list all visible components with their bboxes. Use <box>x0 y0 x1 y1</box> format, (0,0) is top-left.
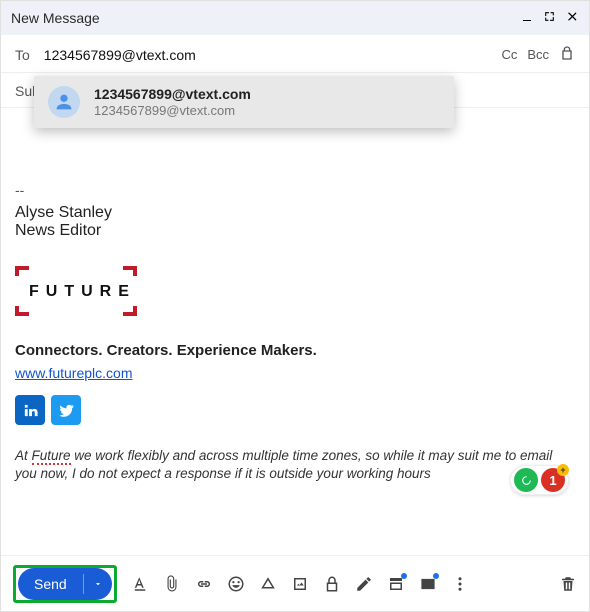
window-controls <box>521 10 579 26</box>
delete-icon[interactable] <box>559 575 577 593</box>
message-body[interactable]: -- Alyse Stanley News Editor FUTURE Conn… <box>1 108 589 555</box>
autocomplete-primary: 1234567899@vtext.com <box>94 86 251 103</box>
compose-toolbar: Send <box>1 555 589 611</box>
bcc-button[interactable]: Bcc <box>527 47 549 62</box>
grammarly-icon[interactable] <box>514 468 538 492</box>
logo-corner <box>123 306 137 316</box>
emoji-icon[interactable] <box>227 575 245 593</box>
signature-divider: -- <box>15 182 575 198</box>
signature-role: News Editor <box>15 222 575 240</box>
cc-button[interactable]: Cc <box>501 47 517 62</box>
drive-icon[interactable] <box>259 575 277 593</box>
avatar-icon <box>48 86 80 118</box>
template-icon[interactable] <box>387 575 405 593</box>
indicator-dot <box>401 573 407 579</box>
signature-icon[interactable] <box>355 575 373 593</box>
social-links <box>15 395 575 425</box>
link-icon[interactable] <box>195 575 213 593</box>
send-highlight: Send <box>13 565 117 603</box>
minimize-icon[interactable] <box>521 10 533 26</box>
to-label: To <box>15 47 30 63</box>
more-options-icon[interactable] <box>451 575 469 593</box>
attach-icon[interactable] <box>163 575 181 593</box>
future-logo: FUTURE <box>15 266 155 316</box>
compose-window: New Message To Cc Bcc Sub <box>0 0 590 612</box>
plus-indicator: + <box>557 464 569 476</box>
note-future-word: Future <box>32 448 71 465</box>
to-row: To Cc Bcc <box>1 35 589 73</box>
autocomplete-text: 1234567899@vtext.com 1234567899@vtext.co… <box>94 86 251 118</box>
to-right-controls: Cc Bcc <box>501 45 575 64</box>
indicator-dot <box>433 573 439 579</box>
twitter-icon[interactable] <box>51 395 81 425</box>
autocomplete-secondary: 1234567899@vtext.com <box>94 103 251 119</box>
signature-name: Alyse Stanley <box>15 204 575 222</box>
title-bar: New Message <box>1 1 589 35</box>
logo-corner <box>15 266 29 276</box>
tracking-icon[interactable] <box>419 575 437 593</box>
to-input[interactable] <box>44 47 488 63</box>
send-more-button[interactable] <box>84 579 112 589</box>
logo-corner <box>15 306 29 316</box>
signature-note: At Future we work flexibly and across mu… <box>15 447 575 483</box>
signature-url[interactable]: www.futureplc.com <box>15 365 132 381</box>
logo-text: FUTURE <box>29 283 136 301</box>
expand-icon[interactable] <box>543 10 556 26</box>
signature-tagline: Connectors. Creators. Experience Makers. <box>15 342 575 359</box>
extension-badges: 1 + <box>510 465 569 495</box>
linkedin-icon[interactable] <box>15 395 45 425</box>
close-icon[interactable] <box>566 10 579 26</box>
send-button[interactable]: Send <box>18 576 83 592</box>
image-icon[interactable] <box>291 575 309 593</box>
format-icon[interactable] <box>131 575 149 593</box>
logo-corner <box>123 266 137 276</box>
autocomplete-item[interactable]: 1234567899@vtext.com 1234567899@vtext.co… <box>34 76 454 128</box>
send-button-group: Send <box>18 568 112 600</box>
confidential-icon[interactable] <box>323 575 341 593</box>
window-title: New Message <box>11 10 100 26</box>
lock-icon[interactable] <box>559 45 575 64</box>
autocomplete-dropdown: 1234567899@vtext.com 1234567899@vtext.co… <box>34 76 454 128</box>
notification-badge[interactable]: 1 + <box>541 468 565 492</box>
